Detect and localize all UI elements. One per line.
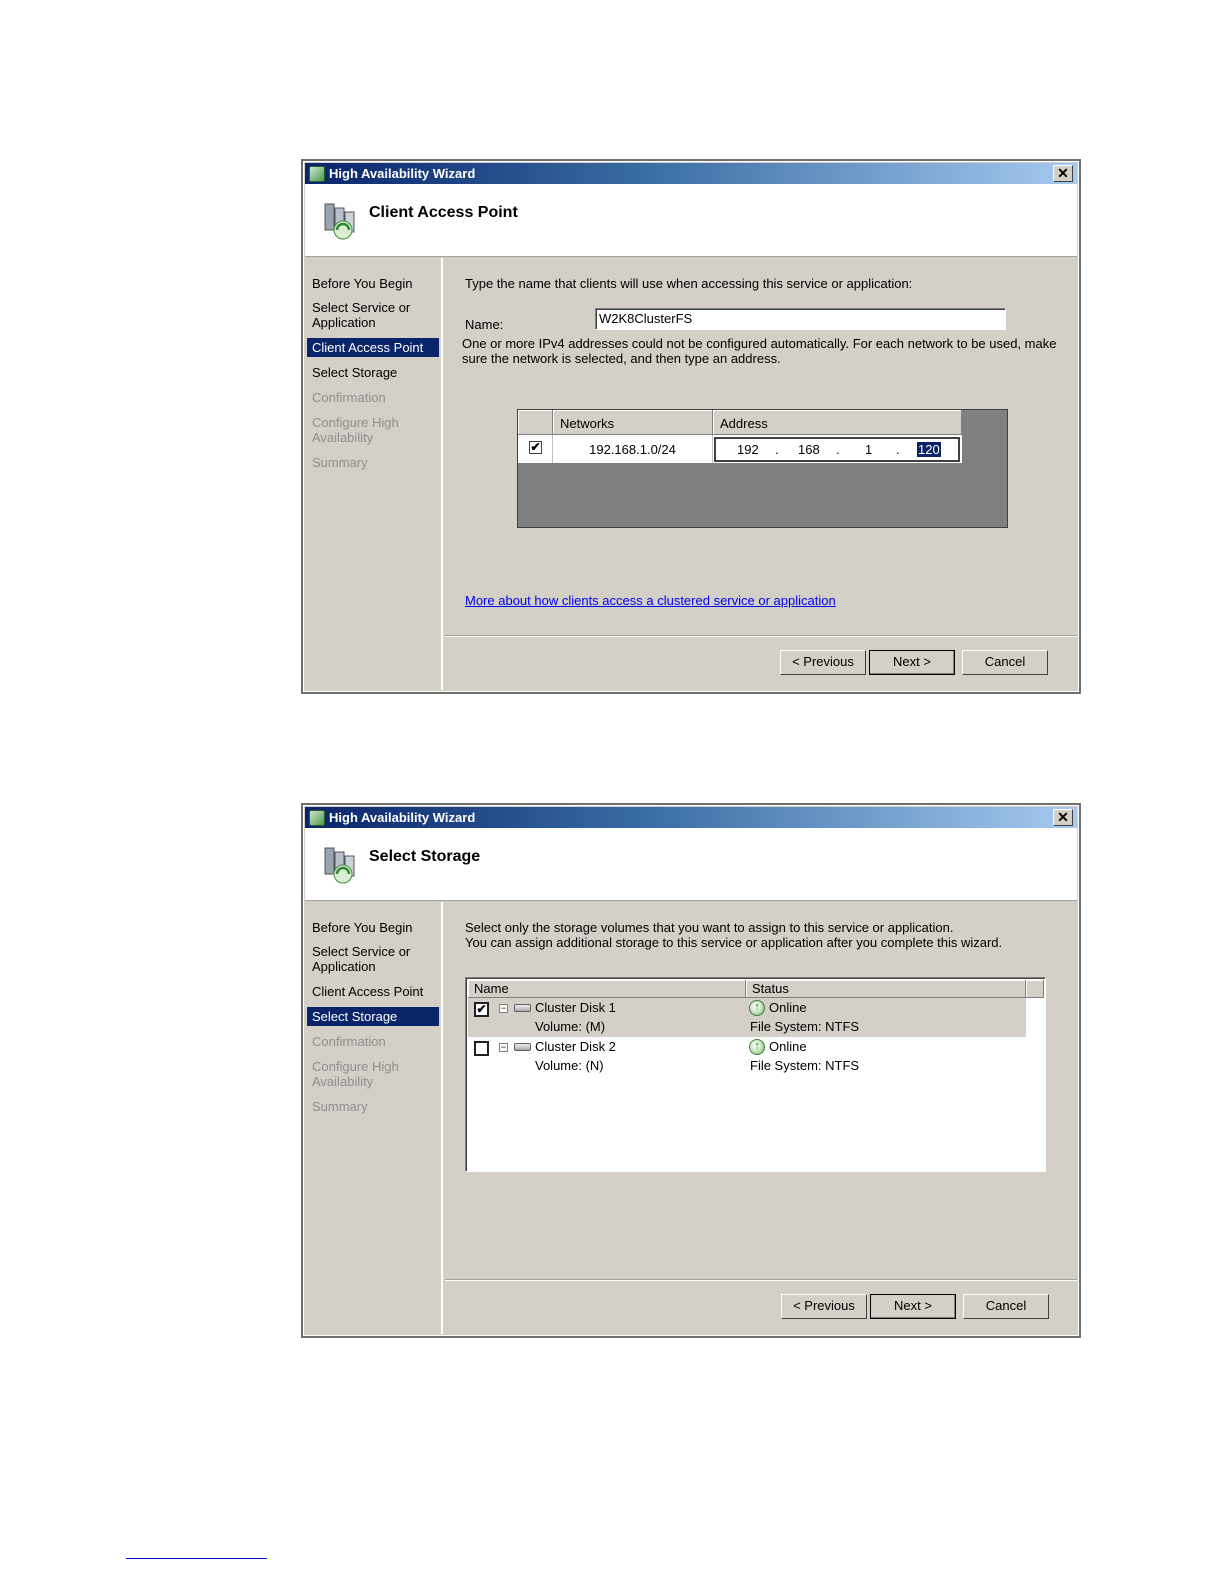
grid-header-networks[interactable]: Networks (553, 410, 713, 435)
instruction-text: Type the name that clients will use when… (465, 276, 913, 291)
previous-button[interactable]: < Previous (780, 650, 866, 675)
instruction-line-1: Select only the storage volumes that you… (465, 920, 954, 935)
collapse-icon[interactable]: − (499, 1043, 508, 1052)
disk-checkbox[interactable]: ✔ (474, 1002, 489, 1017)
list-item[interactable]: ✔ − Cluster Disk 1 Volume: (M) ↑ Online … (468, 998, 1026, 1037)
storage-list: Name Status ✔ − Cluster Disk 1 Volume: (… (465, 977, 1046, 1172)
step-configure-high-availability: Configure High Availability (312, 1059, 399, 1089)
disk-volume: Volume: (M) (535, 1019, 606, 1034)
wizard-content: Type the name that clients will use when… (445, 258, 1077, 635)
ip-octet-2[interactable]: 168 (798, 442, 820, 457)
step-select-storage: Select Storage (307, 1007, 439, 1026)
wizard-content: Select only the storage volumes that you… (445, 902, 1077, 1279)
previous-button[interactable]: < Previous (781, 1294, 867, 1319)
disk-name: Cluster Disk 1 (535, 1000, 616, 1015)
wizard-app-icon (309, 165, 325, 182)
cluster-server-icon (324, 847, 355, 884)
step-select-service: Select Service or Application (312, 944, 411, 974)
title-bar: High Availability Wizard ✕ (305, 163, 1077, 184)
wizard-app-icon (309, 809, 325, 826)
wizard-steps: Before You Begin Select Service or Appli… (305, 258, 443, 690)
wizard-dialog-select-storage: High Availability Wizard ✕ Select Storag… (301, 803, 1081, 1338)
wizard-header: Client Access Point (305, 184, 1077, 257)
step-confirmation: Confirmation (312, 1034, 386, 1049)
ip-dot: . (836, 442, 840, 457)
instruction-line-2: You can assign additional storage to thi… (465, 935, 1003, 950)
step-select-storage: Select Storage (312, 365, 398, 380)
disk-filesystem: File System: NTFS (750, 1019, 860, 1034)
step-confirmation: Confirmation (312, 390, 386, 405)
network-grid-rows: Networks Address ✔ 192.168.1.0/24 192 . … (518, 410, 962, 463)
step-select-service: Select Service or Application (312, 300, 411, 330)
grid-row-check-cell: ✔ (518, 435, 553, 463)
list-header-filler (1026, 980, 1044, 998)
list-header-name[interactable]: Name (468, 980, 746, 998)
grid-header-check (518, 410, 553, 435)
name-label: Name: (465, 317, 504, 332)
wizard-header: Select Storage (305, 828, 1077, 901)
next-button[interactable]: Next > (870, 1294, 956, 1319)
next-button[interactable]: Next > (869, 650, 955, 675)
ip-address-input[interactable]: 192 . 168 . 1 . 120 (714, 437, 960, 462)
ip-dot: . (896, 442, 900, 457)
network-cell: 192.168.1.0/24 (553, 435, 713, 463)
list-header-status[interactable]: Status (746, 980, 1026, 998)
close-button[interactable]: ✕ (1053, 809, 1073, 826)
wizard-steps: Before You Begin Select Service or Appli… (305, 902, 443, 1334)
close-button[interactable]: ✕ (1053, 165, 1073, 182)
network-checkbox[interactable]: ✔ (529, 441, 542, 454)
window-title: High Availability Wizard (329, 166, 476, 181)
disk-filesystem: File System: NTFS (750, 1058, 860, 1073)
title-bar: High Availability Wizard ✕ (305, 807, 1077, 828)
wizard-footer: < Previous Next > Cancel (445, 635, 1077, 690)
wizard-footer: < Previous Next > Cancel (445, 1279, 1077, 1334)
page-title: Client Access Point (369, 204, 518, 221)
grid-header-address[interactable]: Address (713, 410, 962, 435)
help-link[interactable]: More about how clients access a clustere… (465, 593, 836, 608)
page-title: Select Storage (369, 848, 481, 865)
ip-octet-3[interactable]: 1 (865, 442, 872, 457)
ip-octet-4[interactable]: 120 (917, 442, 941, 457)
step-summary: Summary (312, 455, 368, 470)
disk-volume: Volume: (N) (535, 1058, 604, 1073)
disk-status: Online (769, 1039, 807, 1054)
cancel-button[interactable]: Cancel (963, 1294, 1049, 1319)
ip-dot: . (775, 442, 779, 457)
disk-checkbox[interactable] (474, 1041, 489, 1056)
disk-name: Cluster Disk 2 (535, 1039, 616, 1054)
disk-status: Online (769, 1000, 807, 1015)
ip-octet-1[interactable]: 192 (737, 442, 759, 457)
cancel-button[interactable]: Cancel (962, 650, 1048, 675)
cluster-server-icon (324, 203, 355, 240)
online-status-icon: ↑ (749, 1039, 765, 1055)
step-before-you-begin: Before You Begin (312, 276, 413, 291)
online-status-icon: ↑ (749, 1000, 765, 1016)
disk-icon (514, 1004, 531, 1012)
ipv4-note: One or more IPv4 addresses could not be … (462, 336, 1057, 366)
wizard-dialog-client-access-point: High Availability Wizard ✕ Client Access… (301, 159, 1081, 694)
list-item[interactable]: − Cluster Disk 2 Volume: (N) ↑ Online Fi… (468, 1037, 1026, 1076)
step-before-you-begin: Before You Begin (312, 920, 413, 935)
disk-icon (514, 1043, 531, 1051)
name-input[interactable]: W2K8ClusterFS (595, 308, 1006, 330)
collapse-icon[interactable]: − (499, 1004, 508, 1013)
step-client-access-point: Client Access Point (307, 338, 439, 357)
step-client-access-point: Client Access Point (312, 984, 424, 999)
step-summary: Summary (312, 1099, 368, 1114)
network-grid: Networks Address ✔ 192.168.1.0/24 192 . … (517, 409, 1008, 528)
window-title: High Availability Wizard (329, 810, 476, 825)
footnote-separator (126, 1558, 267, 1559)
step-configure-high-availability: Configure High Availability (312, 415, 399, 445)
